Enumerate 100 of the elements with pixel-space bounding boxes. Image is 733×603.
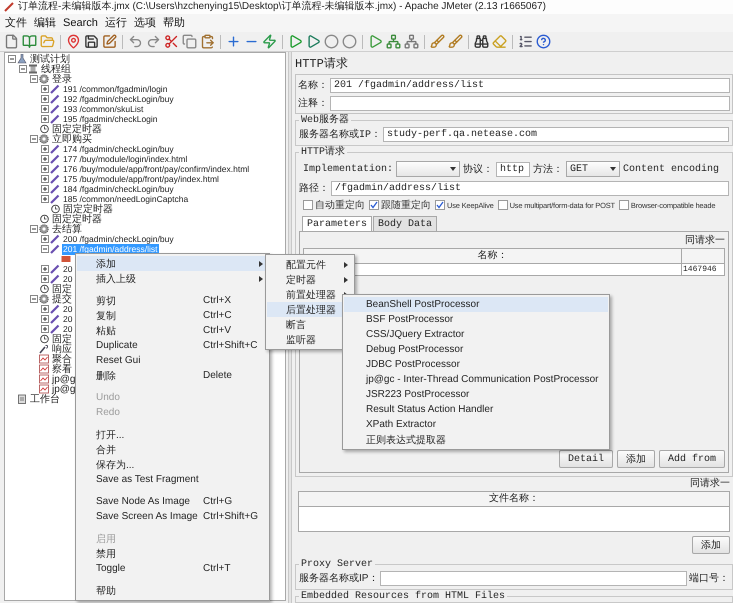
tree-item[interactable]: 固定定时器 [62,204,114,214]
tab[interactable]: Body Data [373,216,438,231]
action-button[interactable]: 添加 [616,450,655,468]
tree-item[interactable]: 20 [62,304,74,314]
menu-item[interactable]: Result Status Action Handler [344,402,608,417]
expand-toggle[interactable] [41,105,49,113]
expand-toggle[interactable] [41,95,49,103]
menu-item[interactable]: Save Screen As Image Ctrl+Shift+G [77,509,268,524]
clipboard-icon[interactable] [200,34,215,49]
expand-toggle[interactable] [41,235,49,243]
menu-item[interactable]: 打开... [77,427,268,442]
tree-item[interactable]: 20 [62,324,74,334]
tree-item[interactable]: 20 [62,314,74,324]
checkbox[interactable] [369,200,379,210]
undo-icon[interactable] [128,34,143,49]
collapse-toggle[interactable] [8,55,16,63]
menu-item[interactable]: Duplicate Ctrl+Shift+C [77,338,268,353]
menu-item[interactable]: 帮助 [162,16,185,30]
menu-item[interactable]: XPath Extractor [344,417,608,432]
menu-item[interactable]: 删除 Delete [77,368,268,383]
new-file-icon[interactable] [4,34,19,49]
tree-item[interactable]: 响应 [51,344,73,354]
redo-icon[interactable] [146,34,161,49]
menu-item[interactable]: 插入上级 [77,271,268,286]
tree-item[interactable]: 固定 [51,284,73,294]
menu-item[interactable]: 复制 Ctrl+C [77,308,268,323]
plus-icon[interactable] [226,34,241,49]
name-field[interactable]: 201 /fgadmin/address/list [330,78,730,92]
menu-item[interactable]: 运行 [104,16,127,30]
menu-item[interactable]: Reset Gui [77,353,268,368]
menu-item[interactable]: 帮助 [77,583,268,598]
expand-toggle[interactable] [41,325,49,333]
server-field[interactable]: study-perf.qa.netease.com [383,126,729,142]
play-icon[interactable] [306,34,321,49]
menu-item[interactable]: Save as Test Fragment [77,472,268,487]
tree-item[interactable]: 184 /fgadmin/checkLogin/buy [62,184,175,194]
tree-item[interactable]: 177 /buy/module/login/index.html [62,154,188,164]
tree-item[interactable]: 175 /buy/module/app/front/pay/index.html [62,174,220,184]
list-icon[interactable] [518,34,533,49]
menu-item[interactable]: Save Node As Image Ctrl+G [77,494,268,509]
pen-icon[interactable] [102,34,117,49]
brush-icon[interactable] [430,34,445,49]
expand-toggle[interactable] [41,275,49,283]
proxy-server-field[interactable] [380,570,687,586]
menu-item[interactable]: JDBC PostProcessor [344,357,608,372]
tree-item[interactable]: 聚合 [51,354,73,364]
menu-item[interactable]: 剪切 Ctrl+X [77,293,268,308]
menu-item[interactable]: Toggle Ctrl+T [77,561,268,576]
tree-item[interactable]: 195 /fgadmin/checkLogin [62,114,159,124]
tree-item[interactable]: 立即购买 [51,134,93,144]
checkbox[interactable] [498,200,508,210]
circle-icon[interactable] [324,34,339,49]
tree-item[interactable]: 20 [62,274,74,284]
network-icon[interactable] [404,34,419,49]
collapse-toggle[interactable] [30,295,38,303]
expand-toggle[interactable] [41,165,49,173]
menu-item[interactable]: 合并 [77,442,268,457]
book-icon[interactable] [22,34,37,49]
menu-item[interactable]: 选项 [134,16,156,30]
tree-item[interactable]: 固定定时器 [51,214,103,224]
checkbox[interactable] [435,200,445,210]
tree-item[interactable]: jp@g [51,374,76,384]
tree-item[interactable]: 192 /fgadmin/checkLogin/buy [62,94,175,104]
save-icon[interactable] [84,34,99,49]
menu-item[interactable]: 粘贴 Ctrl+V [77,323,268,338]
binoculars-icon[interactable] [474,34,489,49]
menu-item[interactable]: jp@gc - Inter-Thread Communication PostProcessor [344,372,608,387]
expand-toggle[interactable] [41,115,49,123]
tree-item[interactable]: 20 [62,264,74,274]
menu-item[interactable]: 保存为... [77,457,268,472]
tree-item[interactable]: 工作台 [29,394,61,404]
collapse-toggle[interactable] [30,225,38,233]
comments-field[interactable] [330,96,730,110]
collapse-toggle[interactable] [19,65,27,73]
tree-item[interactable]: 191 /common/fgadmin/login [62,84,168,94]
tree-item[interactable]: 提交 [51,294,73,304]
action-button[interactable]: 添加 [692,536,730,554]
method-dropdown[interactable]: GET [566,161,620,177]
menu-item[interactable]: Debug PostProcessor [344,342,608,357]
menu-item[interactable]: 编辑 [34,16,56,30]
tree-item[interactable]: 200 /fgadmin/checkLogin/buy [62,234,175,244]
lightning-icon[interactable] [262,34,277,49]
menu-item[interactable]: CSS/JQuery Extractor [344,327,608,342]
expand-toggle[interactable] [41,265,49,273]
brush-icon[interactable] [448,34,463,49]
expand-toggle[interactable] [41,185,49,193]
menu-item[interactable]: 添加 [77,256,268,271]
collapse-toggle[interactable] [30,135,38,143]
tree-item[interactable]: 174 /fgadmin/checkLogin/buy [62,144,175,154]
expand-toggle[interactable] [41,195,49,203]
scissors-icon[interactable] [164,34,179,49]
tree-item[interactable]: 察看 [51,364,73,374]
action-button[interactable]: Detail [558,450,613,468]
network-icon[interactable] [386,34,401,49]
tree-item[interactable]: 去结算 [51,224,83,234]
menu-item[interactable]: BeanShell PostProcessor [344,297,608,312]
tab[interactable]: Parameters [302,216,372,231]
tree-item[interactable]: 固定 [51,334,73,344]
expand-toggle[interactable] [41,175,49,183]
menu-item[interactable]: 正则表达式提取器 [344,432,608,447]
